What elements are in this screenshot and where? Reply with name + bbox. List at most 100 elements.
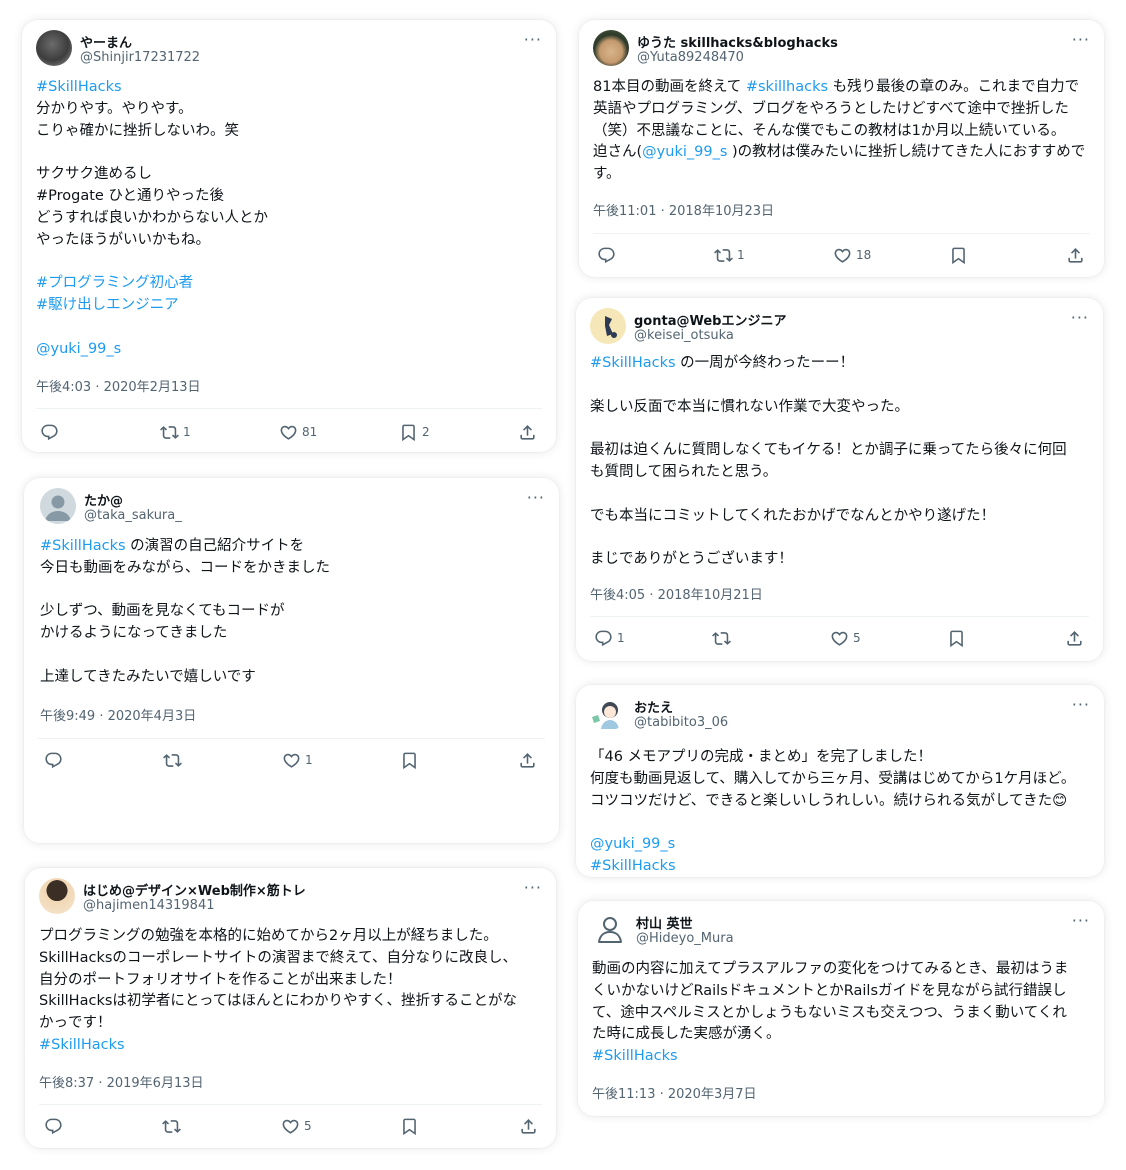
bookmark-button[interactable]: 2 bbox=[399, 420, 430, 444]
timestamp[interactable]: 午後4:05 · 2018年10月21日 bbox=[590, 584, 763, 603]
user-name[interactable]: gonta@Webエンジニア bbox=[634, 310, 786, 329]
like-count: 1 bbox=[305, 753, 313, 767]
avatar[interactable] bbox=[590, 308, 626, 344]
like-count: 18 bbox=[856, 248, 872, 262]
tweet-line[interactable]: #SkillHacks bbox=[36, 77, 542, 99]
user-handle[interactable]: @Hideyo_Mura bbox=[636, 931, 734, 946]
tweet-line: くいかないけどRailsドキュメントとかRailsガイドを見ながら試行錯誤し bbox=[592, 982, 1067, 999]
more-icon[interactable]: ··· bbox=[527, 488, 545, 507]
more-icon[interactable]: ··· bbox=[524, 878, 542, 897]
mention-link[interactable]: @yuki_99_s bbox=[642, 144, 727, 160]
share-button[interactable] bbox=[518, 748, 537, 772]
tweet-line: 今日も動画をみながら、コードをかきました bbox=[40, 559, 330, 576]
retweet-button[interactable]: 1 bbox=[160, 420, 191, 444]
user-handle[interactable]: @Shinjir17231722 bbox=[80, 50, 200, 65]
bookmark-icon bbox=[947, 629, 966, 648]
tweet-text: プログラミングの勉強を本格的に始めてから2ヶ月以上が経ちました。 SkillHa… bbox=[39, 926, 542, 1057]
action-bar: 1 18 bbox=[593, 243, 1090, 267]
bookmark-button[interactable] bbox=[400, 748, 423, 772]
tweet-line[interactable]: #プログラミング初心者 bbox=[36, 273, 542, 295]
timestamp[interactable]: 午後11:13 · 2020年3月7日 bbox=[592, 1083, 757, 1102]
retweet-button[interactable] bbox=[162, 1114, 185, 1138]
more-icon[interactable]: ··· bbox=[1072, 911, 1090, 930]
user-handle[interactable]: @taka_sakura_ bbox=[84, 508, 182, 523]
reply-icon bbox=[40, 423, 59, 442]
reply-button[interactable] bbox=[40, 420, 63, 444]
tweet-line: 上達してきたみたいで嬉しいです bbox=[40, 668, 256, 685]
timestamp[interactable]: 午後8:37 · 2019年6月13日 bbox=[39, 1072, 204, 1091]
user-name[interactable]: はじめ@デザイン×Web制作×筋トレ bbox=[83, 880, 306, 899]
like-button[interactable]: 5 bbox=[281, 1114, 312, 1138]
hashtag-link[interactable]: #skillhacks bbox=[746, 79, 828, 95]
retweet-icon bbox=[712, 629, 731, 648]
tweet-line: でも本当にコミットしてくれたおかげでなんとかやり遂げた！ bbox=[590, 507, 996, 524]
tweet-text: #SkillHacks の一周が今終わったーー！ 楽しい反面で本当に慣れない作業… bbox=[590, 353, 1089, 571]
avatar[interactable] bbox=[40, 488, 76, 524]
character-avatar-icon bbox=[605, 316, 617, 338]
avatar[interactable] bbox=[39, 878, 75, 914]
tweet-line[interactable]: #SkillHacks bbox=[590, 856, 1090, 878]
user-handle[interactable]: @Yuta89248470 bbox=[637, 50, 744, 65]
user-name[interactable]: 村山 英世 bbox=[636, 913, 693, 932]
tweet-line[interactable]: #SkillHacks bbox=[39, 1035, 542, 1057]
more-icon[interactable]: ··· bbox=[1072, 695, 1090, 714]
reply-button[interactable]: 1 bbox=[594, 626, 625, 650]
avatar[interactable] bbox=[36, 30, 72, 66]
like-count: 81 bbox=[302, 425, 318, 439]
like-button[interactable]: 1 bbox=[282, 748, 313, 772]
user-name[interactable]: やーまん bbox=[80, 32, 132, 51]
tweet-line[interactable]: #SkillHacks bbox=[592, 1046, 1090, 1068]
more-icon[interactable]: ··· bbox=[1071, 308, 1089, 327]
tweet-line: #SkillHacks の一周が今終わったーー！ bbox=[590, 355, 855, 371]
user-handle[interactable]: @keisei_otsuka bbox=[634, 328, 734, 343]
bookmark-button[interactable] bbox=[949, 243, 972, 267]
avatar[interactable] bbox=[592, 911, 628, 947]
user-handle[interactable]: @tabibito3_06 bbox=[634, 715, 728, 730]
share-icon bbox=[1065, 629, 1084, 648]
tweet-line: やったほうがいいかもね。 bbox=[36, 231, 210, 248]
timestamp[interactable]: 午後9:49 · 2020年4月3日 bbox=[40, 705, 196, 724]
share-button[interactable] bbox=[518, 420, 537, 444]
user-name[interactable]: おたえ bbox=[634, 697, 673, 716]
user-name[interactable]: ゆうた skillhacks&bloghacks bbox=[637, 32, 838, 51]
share-icon bbox=[519, 1117, 538, 1136]
heart-icon bbox=[281, 1117, 300, 1136]
share-button[interactable] bbox=[519, 1114, 538, 1138]
tweet-line bbox=[590, 812, 1090, 834]
reply-button[interactable] bbox=[44, 748, 67, 772]
bookmark-button[interactable] bbox=[400, 1114, 423, 1138]
reply-button[interactable] bbox=[597, 243, 620, 267]
tweet-line: どうすれば良いかわからない人とか bbox=[36, 209, 268, 226]
action-bar: 5 bbox=[39, 1114, 542, 1138]
bookmark-icon bbox=[399, 423, 418, 442]
hashtag-link[interactable]: #SkillHacks bbox=[590, 355, 676, 371]
user-name[interactable]: たか@ bbox=[84, 490, 123, 509]
tweet-line[interactable]: @yuki_99_s bbox=[36, 339, 542, 361]
reply-button[interactable] bbox=[44, 1114, 67, 1138]
share-button[interactable] bbox=[1066, 243, 1085, 267]
user-handle[interactable]: @hajimen14319841 bbox=[83, 898, 215, 913]
avatar[interactable] bbox=[593, 30, 629, 66]
retweet-button[interactable] bbox=[712, 626, 735, 650]
timestamp[interactable]: 午後11:01 · 2018年10月23日 bbox=[593, 200, 774, 219]
retweet-button[interactable]: 1 bbox=[714, 243, 745, 267]
tweet-line: こりゃ確かに挫折しないわ。笑 bbox=[36, 122, 239, 139]
share-button[interactable] bbox=[1065, 626, 1084, 650]
reply-icon bbox=[597, 246, 616, 265]
like-button[interactable]: 5 bbox=[830, 626, 861, 650]
tweet-line: まじでありがとうございます！ bbox=[590, 551, 793, 568]
tweet-line: SkillHacksは初学者にとってはほんとにわかりやすく、挫折することがな bbox=[39, 993, 517, 1010]
avatar[interactable] bbox=[590, 695, 626, 731]
bookmark-button[interactable] bbox=[947, 626, 970, 650]
more-icon[interactable]: ··· bbox=[1072, 30, 1090, 49]
retweet-button[interactable] bbox=[163, 748, 186, 772]
like-button[interactable]: 18 bbox=[833, 243, 871, 267]
hashtag-link[interactable]: #SkillHacks bbox=[40, 538, 126, 554]
timestamp[interactable]: 午後4:03 · 2020年2月13日 bbox=[36, 376, 201, 395]
tweet-line: プログラミングの勉強を本格的に始めてから2ヶ月以上が経ちました。 bbox=[39, 928, 498, 944]
heart-icon bbox=[282, 751, 301, 770]
like-button[interactable]: 81 bbox=[279, 420, 317, 444]
tweet-line[interactable]: @yuki_99_s bbox=[590, 834, 1090, 856]
tweet-line[interactable]: #駆け出しエンジニア bbox=[36, 295, 542, 317]
more-icon[interactable]: ··· bbox=[524, 30, 542, 49]
